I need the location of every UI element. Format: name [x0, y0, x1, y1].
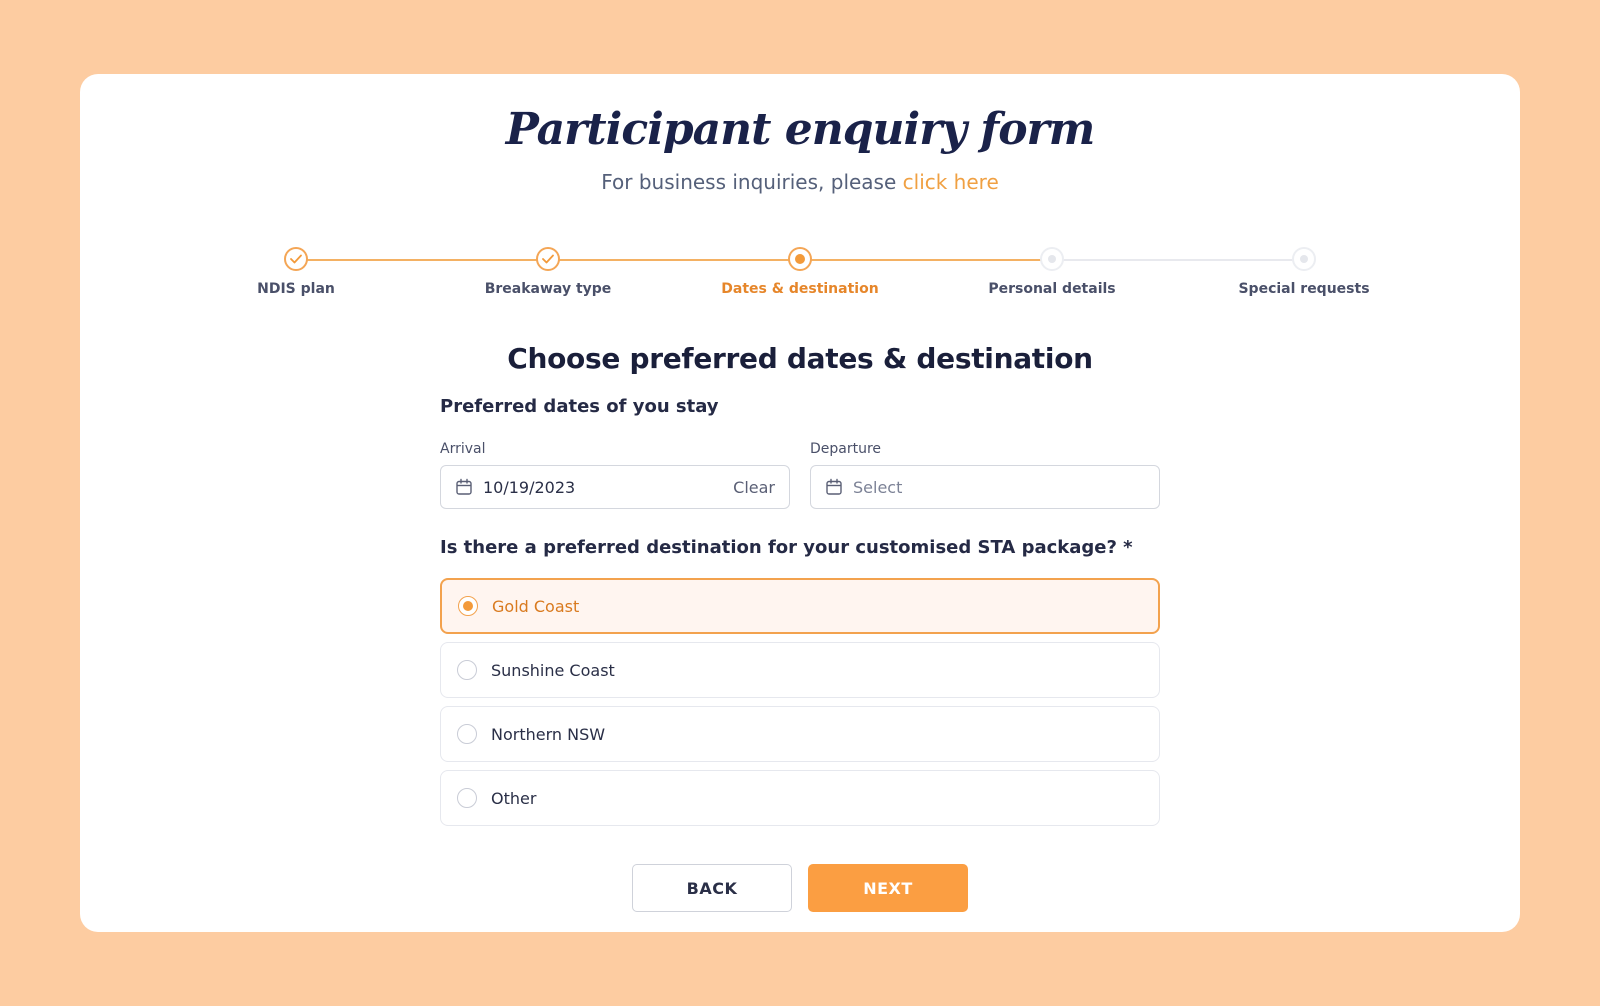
date-fields: Arrival 10/19/2023 Clear Departure Selec…: [440, 441, 1160, 509]
arrival-label: Arrival: [440, 441, 486, 457]
step-personal-details: Personal details: [952, 247, 1152, 297]
option-label: Other: [491, 788, 537, 808]
step-label: NDIS plan: [257, 281, 335, 297]
radio-selected-icon: [458, 596, 478, 616]
arrival-field-group: Arrival 10/19/2023 Clear: [440, 441, 790, 509]
step-label: Dates & destination: [721, 281, 879, 297]
enquiry-form-card: Participant enquiry form For business in…: [80, 74, 1520, 932]
arrival-date-value: 10/19/2023: [483, 477, 576, 497]
step-active-icon: [788, 247, 812, 271]
destination-options: Gold Coast Sunshine Coast Northern NSW O…: [440, 578, 1160, 826]
step-breakaway-type[interactable]: Breakaway type: [448, 247, 648, 297]
section-title: Choose preferred dates & destination: [507, 342, 1093, 375]
dates-destination-form: Preferred dates of you stay Arrival 10/1…: [440, 396, 1160, 834]
step-pending-icon: [1292, 247, 1316, 271]
departure-field-group: Departure Select: [810, 441, 1160, 509]
step-ndis-plan[interactable]: NDIS plan: [196, 247, 396, 297]
dates-question: Preferred dates of you stay: [440, 396, 719, 417]
departure-date-input[interactable]: Select: [810, 465, 1160, 509]
step-label: Special requests: [1238, 281, 1370, 297]
calendar-icon: [826, 478, 842, 495]
option-label: Gold Coast: [492, 596, 580, 616]
destination-option-gold-coast[interactable]: Gold Coast: [440, 578, 1160, 634]
step-special-requests: Special requests: [1204, 247, 1404, 297]
step-check-icon: [536, 247, 560, 271]
option-label: Northern NSW: [491, 724, 606, 744]
step-dates-destination[interactable]: Dates & destination: [700, 247, 900, 297]
step-label: Personal details: [988, 281, 1116, 297]
progress-stepper: NDIS plan Breakaway type Dates & destina…: [80, 74, 1520, 314]
calendar-icon: [456, 478, 472, 495]
radio-unselected-icon: [457, 724, 477, 744]
destination-option-sunshine-coast[interactable]: Sunshine Coast: [440, 642, 1160, 698]
destination-option-other[interactable]: Other: [440, 770, 1160, 826]
back-button[interactable]: BACK: [632, 864, 792, 912]
stepper-track-completed: [296, 259, 1052, 261]
radio-unselected-icon: [457, 660, 477, 680]
next-button[interactable]: NEXT: [808, 864, 968, 912]
departure-label: Departure: [810, 441, 882, 457]
destination-question: Is there a preferred destination for you…: [440, 537, 1133, 558]
destination-option-northern-nsw[interactable]: Northern NSW: [440, 706, 1160, 762]
departure-placeholder: Select: [853, 477, 903, 497]
form-actions: BACK NEXT: [80, 864, 1520, 912]
radio-unselected-icon: [457, 788, 477, 808]
option-label: Sunshine Coast: [491, 660, 615, 680]
arrival-date-input[interactable]: 10/19/2023 Clear: [440, 465, 790, 509]
step-label: Breakaway type: [484, 281, 612, 297]
step-check-icon: [284, 247, 308, 271]
step-pending-icon: [1040, 247, 1064, 271]
clear-arrival-button[interactable]: Clear: [733, 478, 775, 497]
